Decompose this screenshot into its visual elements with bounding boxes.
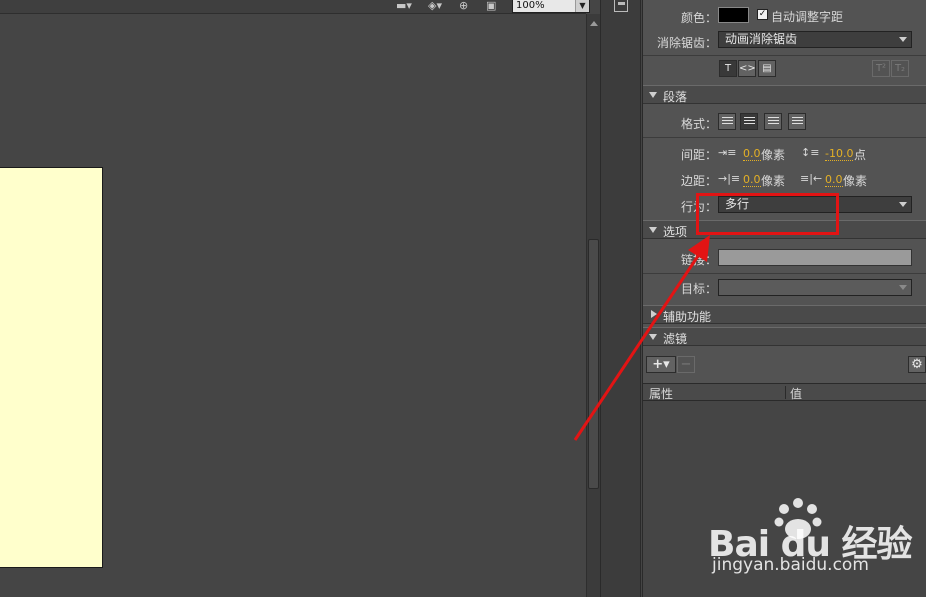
scroll-up-icon[interactable] (590, 21, 598, 26)
snap-center-icon[interactable]: ⊕ (459, 0, 468, 13)
divider (643, 137, 926, 138)
chevron-down-icon[interactable]: ▼ (575, 0, 589, 12)
gear-icon[interactable]: ⚙ (908, 356, 926, 373)
line-spacing-value[interactable]: -10.0 (825, 148, 854, 161)
panel-toggle-icon[interactable] (614, 0, 628, 12)
baidu-watermark: Bai du 经验 jingyan.baidu.com (708, 495, 918, 585)
auto-kern-label: 自动调整字距 (771, 10, 844, 24)
link-input[interactable] (718, 249, 912, 266)
selectable-text-button[interactable]: T (719, 60, 737, 77)
right-margin-value[interactable]: 0.0 (825, 174, 843, 187)
target-select[interactable] (718, 279, 912, 296)
spacing-label: 间距： (681, 148, 718, 162)
line-spacing-icon: ↕≡ (801, 146, 820, 159)
column-value[interactable]: 值 (790, 385, 802, 402)
auto-kern-checkbox[interactable]: ✓ (757, 9, 768, 20)
chevron-down-icon (899, 37, 907, 42)
show-border-button[interactable]: ▤ (758, 60, 776, 77)
stage-area[interactable]: ▬▾ ◈▾ ⊕ ▣ 100% ▼ (0, 0, 590, 597)
right-margin-icon: ≡|← (800, 172, 823, 185)
align-right-button[interactable] (764, 113, 782, 130)
section-paragraph-header[interactable]: 段落 (643, 85, 926, 104)
indent-icon: ⇥≡ (718, 146, 737, 159)
annotation-arrow (573, 235, 710, 441)
stage-toolbar: ▬▾ ◈▾ ⊕ ▣ 100% ▼ (0, 0, 590, 14)
zoom-select[interactable]: 100% ▼ (512, 0, 590, 13)
stage-canvas[interactable] (0, 167, 103, 568)
left-margin-unit: 像素 (761, 174, 786, 188)
superscript-button[interactable]: T² (872, 60, 890, 77)
clapper-icon[interactable]: ▬▾ (396, 0, 412, 13)
anti-alias-label: 消除锯齿： (657, 36, 718, 50)
color-swatch[interactable] (718, 7, 749, 23)
line-spacing-unit: 点 (854, 148, 867, 162)
chevron-down-icon (899, 285, 907, 290)
watermark-url: jingyan.baidu.com (712, 555, 869, 575)
indent-unit: 像素 (761, 148, 786, 162)
align-right-icon (768, 117, 779, 126)
render-html-button[interactable]: <> (738, 60, 756, 77)
left-margin-value[interactable]: 0.0 (743, 174, 761, 187)
anti-alias-value: 动画消除锯齿 (725, 32, 798, 46)
section-paragraph-title: 段落 (663, 90, 688, 104)
align-justify-icon (792, 117, 803, 126)
margins-label: 边距： (681, 174, 718, 188)
right-margin-unit: 像素 (843, 174, 868, 188)
anti-alias-select[interactable]: 动画消除锯齿 (718, 31, 912, 48)
zoom-value: 100% (516, 0, 545, 11)
align-center-button[interactable] (740, 113, 758, 130)
expand-triangle-icon (649, 92, 657, 98)
align-left-icon (722, 117, 733, 126)
indent-value[interactable]: 0.0 (743, 148, 761, 161)
align-left-button[interactable] (718, 113, 736, 130)
subscript-button[interactable]: T₂ (891, 60, 909, 77)
format-label: 格式： (681, 117, 718, 131)
symbol-icon[interactable]: ◈▾ (428, 0, 442, 13)
left-margin-icon: →|≡ (718, 172, 741, 185)
align-center-icon (744, 117, 755, 126)
align-justify-button[interactable] (788, 113, 806, 130)
chevron-down-icon (899, 202, 907, 207)
color-label: 颜色： (681, 11, 718, 25)
column-divider (785, 386, 786, 399)
clip-stage-icon[interactable]: ▣ (486, 0, 496, 13)
divider (643, 55, 926, 56)
